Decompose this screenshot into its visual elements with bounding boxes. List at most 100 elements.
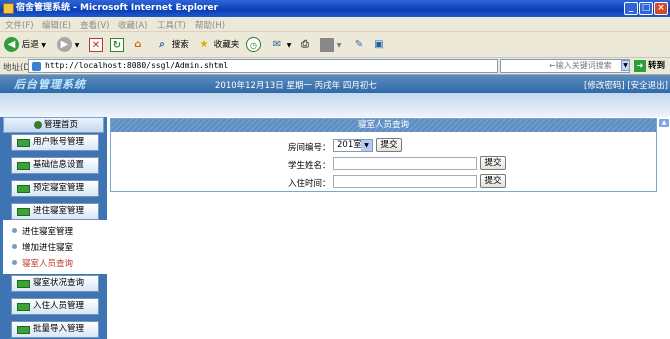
edit-button[interactable]: ▼ [320, 36, 341, 54]
menu-view[interactable]: 查看(V) [80, 19, 109, 31]
menu-file[interactable]: 文件(F) [5, 19, 34, 31]
sidebar-item-reservations[interactable]: 预定寝室管理 [11, 180, 99, 197]
folder-icon [17, 280, 30, 288]
name-submit-button[interactable]: 提交 [480, 156, 506, 170]
sidebar-home[interactable]: 管理首页 [3, 117, 104, 133]
back-button[interactable]: ◀ 后退 ▼ [4, 36, 46, 54]
sidebar-item-label: 进住寝室管理 [33, 206, 85, 216]
sidebar-home-label: 管理首页 [44, 120, 79, 130]
page-icon [32, 62, 41, 71]
room-submit-button[interactable]: 提交 [376, 138, 402, 152]
close-button[interactable]: × [654, 2, 668, 15]
sidebar-submenu: 进住寝室管理 增加进住寝室 寝室人员查询 [3, 220, 107, 274]
refresh-icon: ↻ [110, 37, 124, 52]
sidebar-item-label: 入住人员管理 [33, 301, 85, 311]
app-icon [3, 3, 14, 14]
window-title: 宿舍管理系统 - Microsoft Internet Explorer [16, 3, 219, 13]
submenu-resident-query[interactable]: 寝室人员查询 [10, 257, 73, 269]
folder-icon [17, 162, 30, 170]
sidebar-item-residents[interactable]: 入住人员管理 [11, 298, 99, 315]
address-input[interactable]: http://localhost:8080/ssgl/Admin.shtml [28, 59, 498, 73]
sidebar-item-room-status[interactable]: 寝室状况查询 [11, 275, 99, 292]
folder-icon [17, 303, 30, 311]
messenger-icon: ✎ [354, 38, 364, 50]
header-links: [修改密码] [安全退出] [584, 79, 668, 91]
query-panel: 寝室人员查询 房间编号： 201室 ▼ 提交 学生姓名： 提交 入住时间： 提交 [110, 118, 657, 192]
favorites-button[interactable]: ★ 收藏夹 [197, 36, 240, 54]
logout-link[interactable]: [安全退出] [627, 81, 668, 91]
search-label: 搜索 [171, 40, 189, 50]
search-dropdown-icon[interactable]: ▼ [621, 60, 630, 71]
room-label: 房间编号： [288, 143, 331, 153]
menu-edit[interactable]: 编辑(E) [42, 19, 71, 31]
research-icon: ▣ [374, 38, 384, 50]
stop-icon: ✕ [89, 37, 103, 52]
sidebar-item-label: 预定寝室管理 [33, 183, 85, 193]
print-icon: ⎙ [301, 38, 309, 50]
back-arrow-icon: ◀ [4, 37, 19, 52]
window-titlebar: 宿舍管理系统 - Microsoft Internet Explorer _ □… [0, 0, 670, 17]
sidebar-item-label: 基础信息设置 [33, 160, 85, 170]
scroll-up-icon[interactable]: ▲ [659, 119, 669, 127]
submenu-add-checkin[interactable]: 增加进住寝室 [10, 241, 73, 253]
browser-toolbar: ◀ 后退 ▼ ▶ ▼ ✕ ↻ ⌂ ⌕ 搜索 ★ 收藏夹 ◷ ✉ ▼ ⎙ ▼ ✎ … [0, 32, 670, 58]
vertical-scrollbar[interactable]: ▲ [657, 117, 670, 339]
back-label: 后退 [21, 40, 39, 50]
stop-button[interactable]: ✕ [89, 36, 103, 54]
page-banner: 后台管理系统 2010年12月13日 星期一 丙戌年 四月初七 [修改密码] [… [0, 75, 670, 93]
student-name-input[interactable] [333, 157, 477, 170]
home-icon [34, 121, 42, 129]
menu-help[interactable]: 帮助(H) [195, 19, 225, 31]
sidebar-item-user-accounts[interactable]: 用户账号管理 [11, 134, 99, 151]
maximize-button[interactable]: □ [639, 2, 653, 15]
menu-tools[interactable]: 工具(T) [157, 19, 186, 31]
print-button[interactable]: ⎙ [298, 36, 312, 54]
refresh-button[interactable]: ↻ [110, 36, 124, 54]
forward-button[interactable]: ▶ ▼ [57, 36, 79, 54]
sidebar-item-label: 用户账号管理 [33, 137, 85, 147]
student-name-label: 学生姓名： [288, 161, 331, 171]
address-url: http://localhost:8080/ssgl/Admin.shtml [45, 61, 229, 70]
change-password-link[interactable]: [修改密码] [584, 81, 625, 91]
menu-favorites[interactable]: 收藏(A) [118, 19, 147, 31]
brand-title: 后台管理系统 [14, 78, 86, 91]
sidebar: 管理首页 用户账号管理 基础信息设置 预定寝室管理 进住寝室管理 进住寝室管理 … [0, 117, 107, 339]
checkin-date-input[interactable] [333, 175, 477, 188]
research-button[interactable]: ▣ [372, 36, 386, 54]
forward-arrow-icon: ▶ [57, 37, 72, 52]
menu-bar: 文件(F) 编辑(E) 查看(V) 收藏(A) 工具(T) 帮助(H) [0, 17, 670, 32]
go-arrow-icon: ➜ [634, 59, 646, 72]
mail-button[interactable]: ✉ ▼ [270, 36, 292, 54]
go-label: 转到 [648, 61, 666, 71]
submenu-checkin-management[interactable]: 进住寝室管理 [10, 225, 73, 237]
messenger-button[interactable]: ✎ [352, 36, 366, 54]
history-icon: ◷ [246, 37, 261, 52]
sidebar-item-label: 寝室状况查询 [33, 278, 85, 288]
sidebar-item-batch-import[interactable]: 批量导入管理 [11, 321, 99, 338]
folder-icon [17, 139, 30, 147]
keyword-search-placeholder: ←输入关键词搜索 [549, 61, 612, 70]
sidebar-item-checkin[interactable]: 进住寝室管理 [11, 203, 99, 220]
history-button[interactable]: ◷ [246, 36, 261, 54]
banner-gradient [0, 93, 670, 117]
search-icon: ⌕ [159, 38, 165, 50]
go-button[interactable]: ➜ 转到 [634, 59, 670, 73]
checkin-date-label: 入住时间： [288, 179, 331, 189]
home-icon: ⌂ [134, 38, 142, 50]
minimize-button[interactable]: _ [624, 2, 638, 15]
panel-title: 寝室人员查询 [111, 119, 656, 132]
home-button[interactable]: ⌂ [131, 36, 145, 54]
keyword-search-input[interactable]: ←输入关键词搜索 [500, 59, 630, 73]
room-select[interactable]: 201室 ▼ [333, 139, 373, 152]
sidebar-item-basic-settings[interactable]: 基础信息设置 [11, 157, 99, 174]
date-display: 2010年12月13日 星期一 丙戌年 四月初七 [215, 81, 377, 91]
search-button[interactable]: ⌕ 搜索 [155, 36, 189, 54]
star-icon: ★ [199, 38, 209, 50]
folder-icon [17, 208, 30, 216]
favorites-label: 收藏夹 [213, 40, 240, 50]
folder-icon [17, 185, 30, 193]
date-submit-button[interactable]: 提交 [480, 174, 506, 188]
sidebar-item-label: 批量导入管理 [33, 324, 85, 334]
chevron-down-icon: ▼ [361, 140, 372, 151]
address-bar: 地址(D) http://localhost:8080/ssgl/Admin.s… [0, 58, 670, 75]
